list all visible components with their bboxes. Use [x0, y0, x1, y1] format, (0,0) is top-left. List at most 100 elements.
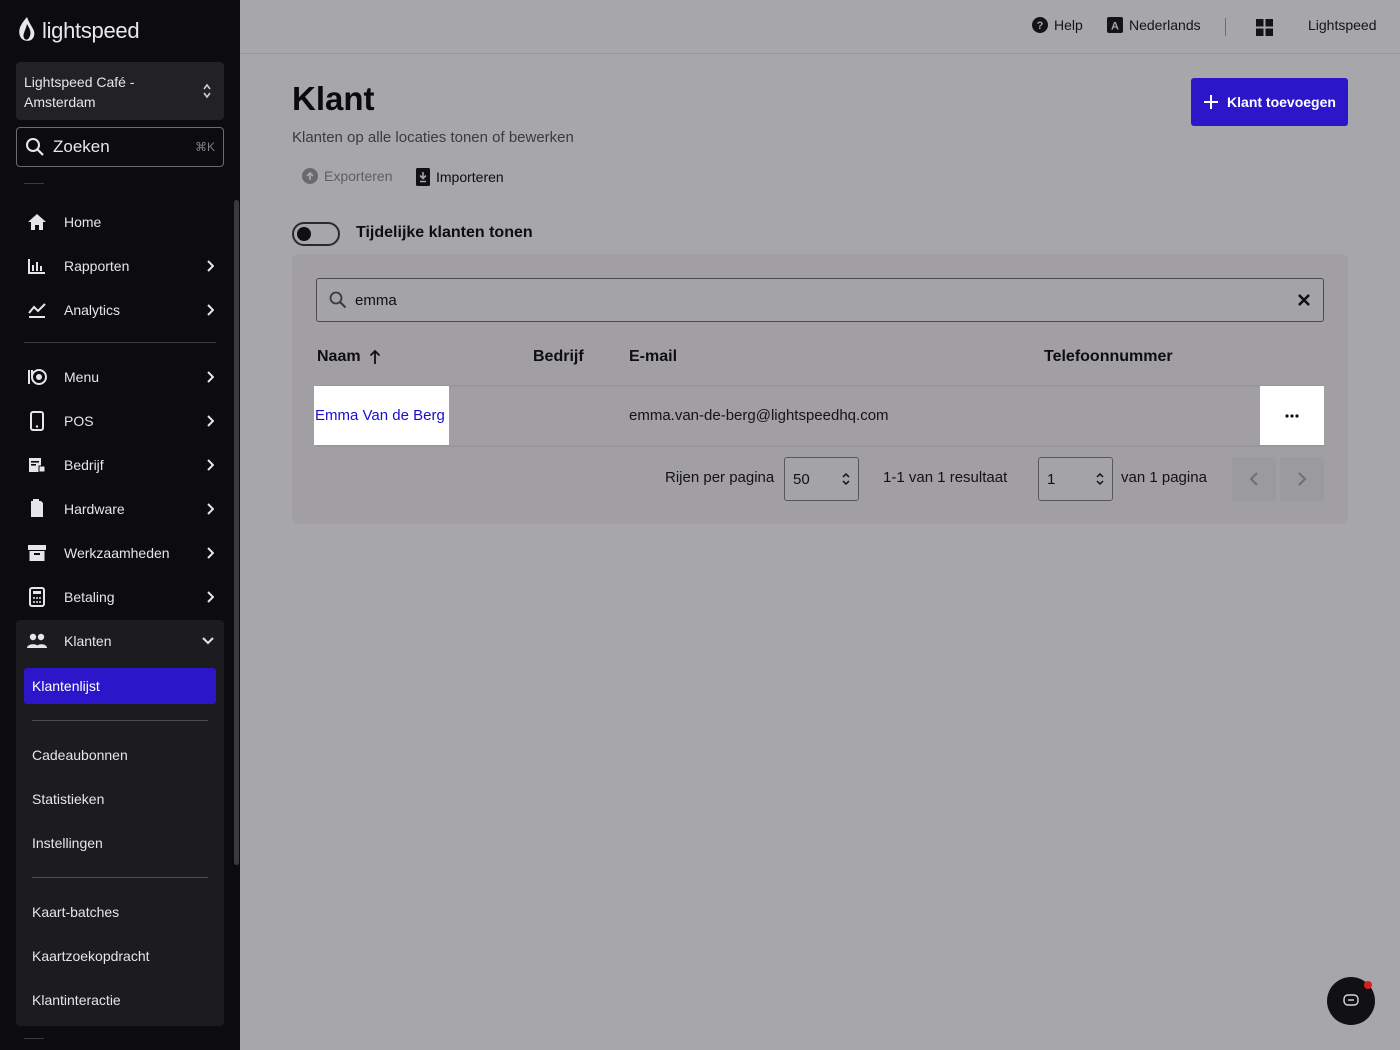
- nav-item-analytics[interactable]: Analytics: [16, 290, 224, 330]
- sub-item-cadeaubonnen[interactable]: Cadeaubonnen: [32, 747, 128, 763]
- nav-label: Klanten: [64, 633, 112, 649]
- import-button[interactable]: Importeren: [416, 168, 504, 186]
- temporary-customers-toggle[interactable]: [292, 222, 340, 246]
- nav-label: Betaling: [64, 589, 115, 605]
- more-icon: [1285, 413, 1299, 418]
- chevron-right-icon: [207, 547, 214, 559]
- account-label: Lightspeed: [1308, 17, 1377, 33]
- import-icon: [416, 168, 430, 186]
- nav-item-betaling[interactable]: Betaling: [16, 577, 224, 617]
- chevron-right-icon: [207, 304, 214, 316]
- help-icon: ?: [1032, 17, 1048, 33]
- sub-item-statistieken[interactable]: Statistieken: [32, 791, 104, 807]
- sub-item-klantenlijst[interactable]: Klantenlijst: [24, 668, 216, 704]
- customer-email: emma.van-de-berg@lightspeedhq.com: [629, 407, 889, 424]
- nav-item-werkzaamheden[interactable]: Werkzaamheden: [16, 533, 224, 573]
- language-icon: A: [1107, 17, 1123, 33]
- sidebar: lightspeed Lightspeed Café - Amsterdam Z…: [0, 0, 240, 1050]
- flame-logo-icon: [19, 17, 35, 41]
- chevron-up-down-icon: [842, 472, 850, 486]
- nav-item-hardware[interactable]: Hardware: [16, 489, 224, 529]
- chevron-right-icon: [207, 591, 214, 603]
- nav-label: Menu: [64, 369, 100, 385]
- home-icon: [26, 211, 48, 233]
- search-shortcut: ⌘K: [194, 140, 215, 154]
- export-button[interactable]: Exporteren: [302, 168, 392, 184]
- page-value: 1: [1047, 470, 1056, 488]
- next-page-button[interactable]: [1280, 457, 1324, 501]
- sub-item-kaart-batches[interactable]: Kaart-batches: [32, 904, 119, 920]
- svg-text:A: A: [1111, 21, 1119, 33]
- nav-label: Rapporten: [64, 258, 130, 274]
- nav-label: Bedrijf: [64, 457, 104, 473]
- tablet-icon: [26, 410, 48, 432]
- chat-icon: [1343, 994, 1359, 1006]
- sidebar-search[interactable]: Zoeken ⌘K: [16, 127, 224, 167]
- clear-icon[interactable]: [1297, 293, 1311, 307]
- sort-ascending-icon: [369, 349, 380, 364]
- chevron-right-icon: [207, 371, 214, 383]
- previous-page-button[interactable]: [1232, 457, 1276, 501]
- account-menu[interactable]: Lightspeed: [1308, 17, 1377, 33]
- column-label: Naam: [317, 348, 361, 365]
- nav-label: Home: [64, 214, 102, 230]
- nav-item-klanten[interactable]: Klanten: [16, 621, 224, 661]
- nav-label: Werkzaamheden: [64, 545, 170, 561]
- page-subtitle: Klanten op alle locaties tonen of bewerk…: [292, 129, 574, 146]
- column-header-bedrijf[interactable]: Bedrijf: [533, 348, 584, 366]
- search-label: Zoeken: [53, 137, 110, 156]
- divider: [24, 342, 216, 343]
- rows-per-page-value: 50: [793, 470, 810, 488]
- business-icon: [26, 454, 48, 476]
- lightspeed-logo[interactable]: lightspeed: [16, 14, 140, 48]
- nav-label: Analytics: [64, 302, 121, 318]
- column-header-naam[interactable]: Naam: [317, 348, 381, 366]
- divider: [1225, 18, 1226, 36]
- logo-text: lightspeed: [42, 18, 140, 43]
- column-label: Telefoonnummer: [1044, 348, 1173, 365]
- chevron-up-down-icon: [1096, 472, 1104, 486]
- search-value: emma: [355, 291, 397, 309]
- add-customer-label: Klant toevoegen: [1227, 94, 1336, 110]
- customer-search-input[interactable]: emma: [316, 278, 1324, 322]
- chevron-left-icon: [1250, 472, 1258, 486]
- language-label: Nederlands: [1129, 17, 1201, 33]
- analytics-icon: [26, 299, 48, 321]
- nav-item-rapporten[interactable]: Rapporten: [16, 246, 224, 286]
- venue-selector[interactable]: Lightspeed Café - Amsterdam: [16, 62, 224, 120]
- page-select[interactable]: 1: [1038, 457, 1113, 501]
- sub-item-klantinteractie[interactable]: Klantinteractie: [32, 992, 121, 1008]
- language-selector[interactable]: A Nederlands: [1107, 17, 1201, 33]
- rows-per-page-label: Rijen per pagina: [665, 469, 775, 486]
- sub-item-instellingen[interactable]: Instellingen: [32, 835, 103, 851]
- help-link[interactable]: ? Help: [1032, 17, 1083, 33]
- row-actions-button[interactable]: [1260, 386, 1324, 445]
- chevron-right-icon: [207, 260, 214, 272]
- chevron-right-icon: [207, 503, 214, 515]
- menu-icon: [26, 366, 48, 388]
- apps-grid-button[interactable]: [1256, 19, 1273, 36]
- sub-item-kaartzoekopdracht[interactable]: Kaartzoekopdracht: [32, 948, 150, 964]
- chevron-up-down-icon: [203, 83, 211, 99]
- archive-icon: [26, 542, 48, 564]
- import-label: Importeren: [436, 169, 504, 185]
- column-header-telefoon[interactable]: Telefoonnummer: [1044, 348, 1173, 366]
- grid-icon: [1256, 19, 1273, 36]
- chat-button[interactable]: [1327, 977, 1375, 1025]
- search-icon: [26, 138, 44, 156]
- sidebar-scrollbar[interactable]: [234, 200, 239, 865]
- search-icon: [329, 291, 347, 309]
- column-header-email[interactable]: E-mail: [629, 348, 677, 366]
- nav-item-menu[interactable]: Menu: [16, 357, 224, 397]
- page-total: van 1 pagina: [1121, 469, 1207, 486]
- nav-item-pos[interactable]: POS: [16, 401, 224, 441]
- add-customer-button[interactable]: Klant toevoegen: [1191, 78, 1348, 126]
- nav-item-home[interactable]: Home: [16, 202, 224, 242]
- rows-per-page-select[interactable]: 50: [784, 457, 859, 501]
- customer-name-link[interactable]: Emma Van de Berg: [314, 386, 449, 445]
- hardware-icon: [26, 498, 48, 520]
- table-divider: [316, 385, 1324, 387]
- nav-item-bedrijf[interactable]: Bedrijf: [16, 445, 224, 485]
- nav-label: Hardware: [64, 501, 125, 517]
- divider: [32, 720, 208, 721]
